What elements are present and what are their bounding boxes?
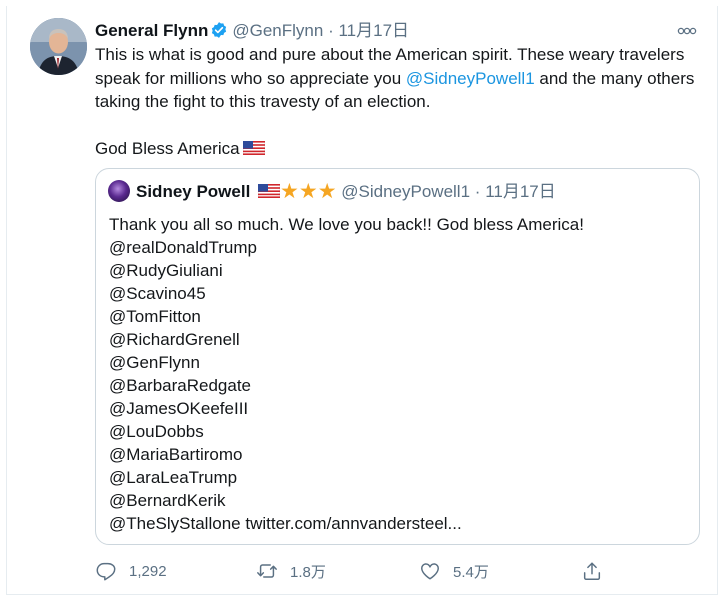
quoted-tweet[interactable]: Sidney Powell ★★★ @SidneyPowell1 · 11月17… <box>95 168 700 545</box>
separator-dot: · <box>474 182 481 201</box>
like-count: 5.4万 <box>453 563 489 581</box>
quoted-mention[interactable]: @Scavino45 <box>109 282 689 305</box>
quoted-text: Thank you all so much. We love you back!… <box>109 213 689 535</box>
tweet-card[interactable]: General Flynn @GenFlynn · 11月17日 This is … <box>6 6 718 595</box>
quoted-mention[interactable]: @GenFlynn <box>109 351 689 374</box>
author-name[interactable]: General Flynn <box>95 21 208 40</box>
tweet-text-line2: God Bless America <box>95 139 240 158</box>
quoted-mention[interactable]: @JamesOKeefeIII <box>109 397 689 420</box>
quoted-author-handle: @SidneyPowell1 <box>341 182 471 201</box>
quoted-mention[interactable]: @MariaBartiromo <box>109 443 689 466</box>
retweet-icon <box>257 564 277 578</box>
quoted-mention[interactable]: @LouDobbs <box>109 420 689 443</box>
quoted-mention[interactable]: @LaraLeaTrump <box>109 466 689 489</box>
retweet-button[interactable]: 1.8万 <box>256 559 326 583</box>
mention-link[interactable]: @SidneyPowell1 <box>406 69 535 88</box>
reply-icon <box>96 562 116 581</box>
quoted-header: Sidney Powell ★★★ @SidneyPowell1 · 11月17… <box>108 180 556 204</box>
heart-icon <box>421 563 439 580</box>
star-icons: ★★★ <box>280 180 337 203</box>
avatar[interactable] <box>30 18 87 75</box>
us-flag-icon <box>258 184 281 198</box>
action-bar: 1,292 1.8万 5.4万 <box>95 559 625 583</box>
quoted-author-name: Sidney Powell <box>136 182 251 201</box>
reply-count: 1,292 <box>129 562 167 580</box>
quoted-mention[interactable]: @BarbaraRedgate <box>109 374 689 397</box>
tweet-header: General Flynn @GenFlynn · 11月17日 <box>95 16 697 46</box>
verified-badge-icon <box>212 22 227 38</box>
author-handle[interactable]: @GenFlynn <box>232 21 323 40</box>
reply-button[interactable]: 1,292 <box>95 559 167 583</box>
quoted-date: 11月17日 <box>485 182 556 201</box>
quoted-mention[interactable]: @TheSlyStallone <box>109 514 241 533</box>
quoted-mention[interactable]: @TomFitton <box>109 305 689 328</box>
quoted-link[interactable]: twitter.com/annvandersteel... <box>245 514 461 533</box>
quoted-mention[interactable]: @realDonaldTrump <box>109 236 689 259</box>
retweet-count: 1.8万 <box>290 563 326 581</box>
quoted-mention[interactable]: @RudyGiuliani <box>109 259 689 282</box>
more-icon[interactable] <box>673 16 697 46</box>
share-icon <box>583 562 601 580</box>
quoted-mention[interactable]: @BernardKerik <box>109 489 689 512</box>
like-button[interactable]: 5.4万 <box>419 559 489 583</box>
quoted-first-line: Thank you all so much. We love you back!… <box>109 215 584 234</box>
separator-dot: · <box>328 21 334 40</box>
quoted-mention[interactable]: @RichardGrenell <box>109 328 689 351</box>
us-flag-icon <box>242 141 265 155</box>
avatar-image <box>30 18 87 75</box>
tweet-date[interactable]: 11月17日 <box>338 21 409 40</box>
share-button[interactable] <box>581 559 615 583</box>
quoted-avatar[interactable] <box>108 180 130 202</box>
tweet-text: This is what is good and pure about the … <box>95 43 695 161</box>
